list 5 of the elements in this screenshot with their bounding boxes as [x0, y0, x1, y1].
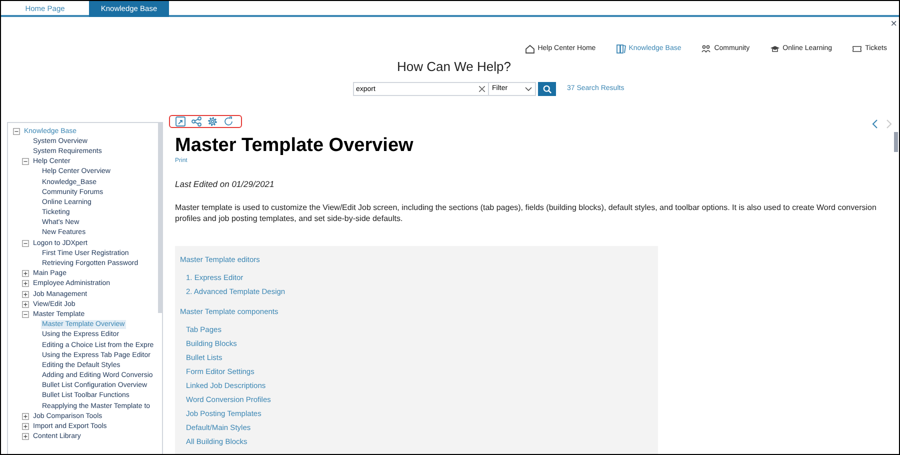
close-button[interactable]: × — [890, 19, 897, 30]
article-title: Master Template Overview — [175, 136, 414, 155]
page-heading: How Can We Help? — [397, 60, 511, 73]
last-edited-text: Last Edited on 01/29/2021 — [175, 178, 276, 191]
article-paragraph: Master template is used to customize the View/Edit Job screen, including the sections (tab pages), fields (building blocks), default styles, and toolbar options. It is also used to create Word conversion profiles and job posting templates, and set side-by-side defaults. — [175, 202, 878, 224]
